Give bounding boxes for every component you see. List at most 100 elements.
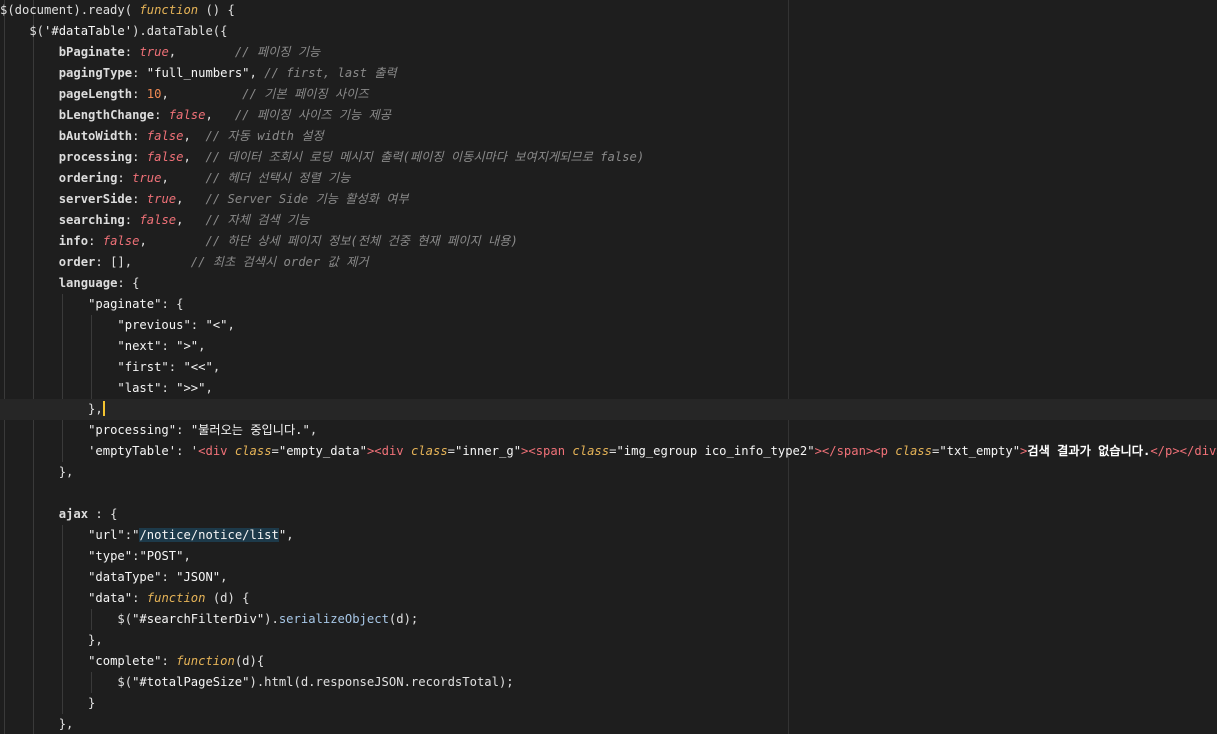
code-token: '#dataTable' — [44, 24, 133, 38]
code-token: "paginate" — [88, 297, 162, 311]
code-token: // 페이징 사이즈 기능 제공 — [234, 108, 391, 122]
code-token: : — [117, 171, 133, 185]
code-token: ordering — [58, 171, 118, 185]
code-line[interactable]: $('#dataTable').dataTable({ — [0, 21, 1217, 42]
code-token: class — [234, 444, 272, 458]
code-line[interactable]: }, — [0, 630, 1217, 651]
code-line[interactable]: pageLength: 10, // 기본 페이징 사이즈 — [0, 84, 1217, 105]
code-token: // first, last 출력 — [264, 66, 397, 80]
code-token: false — [168, 108, 206, 122]
code-line[interactable]: } — [0, 693, 1217, 714]
code-line[interactable]: "processing": "불러오는 중입니다.", — [0, 420, 1217, 441]
code-token: "불러오는 중입니다." — [190, 423, 310, 437]
code-line[interactable]: processing: false, // 데이터 조회시 로딩 메시지 출력(… — [0, 147, 1217, 168]
code-token: true — [132, 171, 162, 185]
code-token: }, — [0, 402, 103, 416]
code-line[interactable]: }, — [0, 714, 1217, 734]
code-line[interactable]: bLengthChange: false, // 페이징 사이즈 기능 제공 — [0, 105, 1217, 126]
code-line[interactable]: serverSide: true, // Server Side 기능 활성화 … — [0, 189, 1217, 210]
code-line[interactable]: $("#searchFilterDiv").serializeObject(d)… — [0, 609, 1217, 630]
code-token: // 기본 페이징 사이즈 — [242, 87, 369, 101]
code-token: (d){ — [234, 654, 265, 668]
code-line[interactable]: ordering: true, // 헤더 선택시 정렬 기능 — [0, 168, 1217, 189]
code-line[interactable]: info: false, // 하단 상세 페이지 정보(전체 건중 현재 페이… — [0, 231, 1217, 252]
code-token: "complete" — [88, 654, 162, 668]
code-token: "#searchFilterDiv" — [132, 612, 265, 626]
code-editor[interactable]: $(document).ready( function () { $('#dat… — [0, 0, 1217, 734]
code-token: $( — [0, 24, 45, 38]
code-token: "type" — [88, 549, 133, 563]
code-line[interactable]: bAutoWidth: false, // 자동 width 설정 — [0, 126, 1217, 147]
code-token: : { — [117, 276, 140, 290]
code-line[interactable]: "complete": function(d){ — [0, 651, 1217, 672]
code-token: searching — [58, 213, 125, 227]
code-token: // 페이징 기능 — [234, 45, 321, 59]
code-line[interactable]: 'emptyTable': '<div class="empty_data"><… — [0, 441, 1217, 462]
code-token: = — [271, 444, 279, 458]
code-line[interactable]: order: [], // 최초 검색시 order 값 제거 — [0, 252, 1217, 273]
code-token: // 헤더 선택시 정렬 기능 — [205, 171, 351, 185]
code-token: : — [88, 234, 103, 248]
code-token: (d) { — [205, 591, 250, 605]
code-token: , — [183, 150, 206, 164]
code-token: }, — [0, 717, 74, 731]
code-line[interactable]: "data": function (d) { — [0, 588, 1217, 609]
code-token: , — [212, 360, 221, 374]
code-token: // 하단 상세 페이지 정보(전체 건중 현재 페이지 내용) — [205, 234, 518, 248]
code-line[interactable]: "paginate": { — [0, 294, 1217, 315]
code-token: "<<" — [183, 360, 213, 374]
code-line[interactable]: "last": ">>", — [0, 378, 1217, 399]
code-token: , — [183, 549, 191, 563]
code-line[interactable]: bPaginate: true, // 페이징 기능 — [0, 42, 1217, 63]
code-token: , — [176, 213, 206, 227]
code-line[interactable]: $(document).ready( function () { — [0, 0, 1217, 21]
code-token: , — [205, 108, 235, 122]
code-line[interactable] — [0, 483, 1217, 504]
code-token: 검색 결과가 없습니다. — [1027, 444, 1151, 458]
code-token: : — [176, 423, 191, 437]
code-token: "data" — [88, 591, 133, 605]
code-token: /notice/notice/list — [139, 528, 279, 542]
code-line[interactable]: searching: false, // 자체 검색 기능 — [0, 210, 1217, 231]
code-token: // 최초 검색시 order 값 제거 — [190, 255, 369, 269]
code-token: : — [124, 213, 140, 227]
code-line[interactable]: "first": "<<", — [0, 357, 1217, 378]
code-line[interactable]: "type":"POST", — [0, 546, 1217, 567]
code-line[interactable]: "next": ">", — [0, 336, 1217, 357]
code-line[interactable]: pagingType: "full_numbers", // first, la… — [0, 63, 1217, 84]
code-token: : — [161, 381, 177, 395]
code-token: "full_numbers" — [146, 66, 250, 80]
code-token: , — [286, 528, 294, 542]
text-cursor — [102, 401, 105, 416]
code-token: : — [132, 129, 147, 143]
code-token: () { — [198, 3, 235, 17]
code-token: </p></div></div> — [1150, 444, 1217, 458]
code-line[interactable]: "dataType": "JSON", — [0, 567, 1217, 588]
code-token: "url" — [88, 528, 125, 542]
code-token: language — [58, 276, 118, 290]
code-token: ">" — [176, 339, 199, 353]
code-line[interactable]: }, — [0, 399, 1217, 420]
code-token: : { — [88, 507, 118, 521]
code-line[interactable]: "url":"/notice/notice/list", — [0, 525, 1217, 546]
code-line[interactable]: $("#totalPageSize").html(d.responseJSON.… — [0, 672, 1217, 693]
code-token: "dataType" — [88, 570, 162, 584]
code-token: , — [183, 129, 206, 143]
code-token: function — [139, 3, 199, 17]
code-line[interactable]: ajax : { — [0, 504, 1217, 525]
code-line[interactable]: language: { — [0, 273, 1217, 294]
code-line[interactable]: }, — [0, 462, 1217, 483]
code-line[interactable]: "previous": "<", — [0, 315, 1217, 336]
